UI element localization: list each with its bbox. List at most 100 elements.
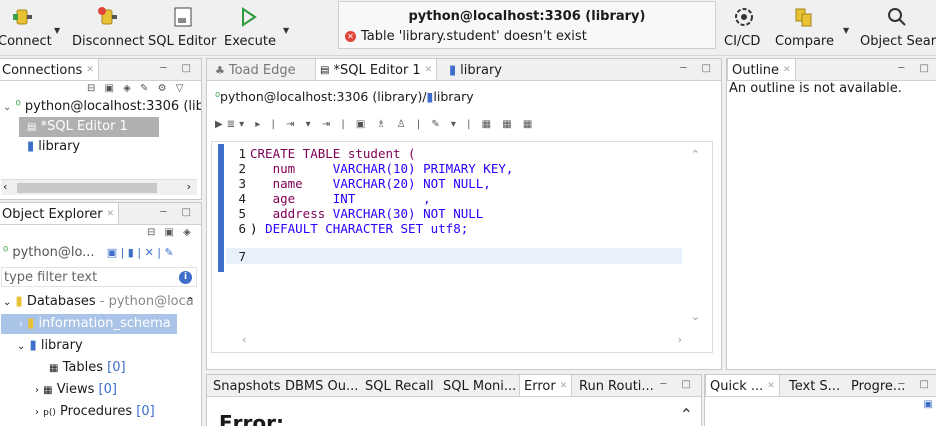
tab-text-search[interactable]: Text S...	[785, 375, 844, 396]
filter-input[interactable]: type filter text i	[1, 267, 197, 287]
outline-message: An outline is not available.	[729, 81, 902, 96]
disconnect-icon	[96, 6, 120, 28]
minimize-maximize-icons[interactable]: ─ □	[898, 59, 935, 80]
library-db-item[interactable]: ⌄ ▮ library	[17, 336, 83, 356]
tab-dbms-output[interactable]: DBMS Ou...	[281, 375, 362, 396]
scroll-left-icon[interactable]: ‹	[242, 333, 246, 346]
scroll-left-icon[interactable]: ‹	[3, 180, 7, 193]
change-marker	[218, 144, 224, 272]
tables-item[interactable]: ▦ Tables [0]	[49, 358, 126, 378]
library-item-label: library	[38, 139, 81, 154]
library-tree-item[interactable]: ▮ library	[27, 137, 80, 157]
cicd-button[interactable]: CI/CD	[722, 0, 766, 56]
code-line: 7	[238, 249, 246, 264]
connect-button[interactable]: Connect	[0, 0, 52, 56]
procedures-item[interactable]: › p() Procedures [0]	[35, 402, 155, 422]
close-icon[interactable]: ✕	[107, 204, 115, 224]
view-icon: ▦	[43, 385, 53, 396]
tab-toad-edge[interactable]: ♣ Toad Edge	[211, 59, 300, 80]
database-icon: ▮	[27, 139, 35, 154]
minimize-maximize-icons[interactable]: ─ □	[160, 59, 197, 80]
play-icon	[238, 6, 258, 28]
sql-editor-tree-item[interactable]: ▤ *SQL Editor 1	[19, 117, 159, 137]
explorer-connection-row[interactable]: ⁰ python@lo... ▣ | ▮ | ✕ | ✎	[3, 243, 174, 263]
object-search-label: Object Search	[860, 34, 936, 49]
explorer-action-icons[interactable]: ▣ | ▮ | ✕ | ✎	[107, 246, 174, 259]
editor-toolbar-icons[interactable]: ▶≣▾ ▸ | ⇥ ▾ ⇥ | ▣ ♗ ♙ | ✎ ▾ | ▦ ▦ ▦	[215, 119, 536, 130]
connection-item[interactable]: ⌄ ⁰ python@localhost:3306 (libr	[3, 97, 202, 117]
minimize-maximize-icons[interactable]: ─ □	[680, 59, 717, 80]
tables-count: [0]	[107, 360, 126, 375]
execute-button[interactable]: Execute	[222, 0, 276, 56]
close-icon[interactable]: ✕	[560, 376, 568, 396]
close-icon[interactable]: ✕	[86, 60, 94, 80]
collapse-icon: ›	[35, 407, 39, 418]
databases-tree-item[interactable]: ⌄ ▮ Databases - python@loca	[3, 292, 194, 312]
minimize-maximize-icons[interactable]: ─ □	[898, 375, 935, 396]
object-explorer-tabbar: Object Explorer ✕ ─ □	[0, 203, 201, 225]
scroll-right-icon[interactable]: ›	[678, 333, 682, 346]
tab-sql-monitor[interactable]: SQL Moni...	[439, 375, 520, 396]
bottom-right-panel: Quick ... ✕ Text S... Progre... ─ □ ▣	[704, 374, 936, 426]
disconnect-label: Disconnect	[72, 34, 145, 49]
compare-icon	[793, 6, 815, 28]
connections-toolbar-icons[interactable]: ⊟ ▣ ◈ ✎ ⚙ ▽	[87, 83, 186, 94]
compare-button[interactable]: Compare	[774, 0, 834, 56]
code-line: 4 age INT ,	[238, 191, 431, 206]
views-label: Views	[56, 382, 95, 397]
tab-error[interactable]: Error ✕	[519, 375, 573, 396]
execute-dropdown-icon[interactable]: ▼	[283, 26, 289, 35]
close-icon[interactable]: ✕	[767, 376, 775, 396]
connection-label: python@localhost:3306 (libr	[24, 99, 202, 114]
tab-quick[interactable]: Quick ... ✕	[705, 375, 780, 396]
tab-sql-recall[interactable]: SQL Recall	[361, 375, 438, 396]
disconnect-button[interactable]: Disconnect	[72, 0, 144, 56]
toad-icon: ♣	[215, 63, 225, 77]
tab-connections[interactable]: Connections ✕	[0, 59, 99, 80]
tab-run-routine[interactable]: Run Routi...	[575, 375, 658, 396]
bottom-tabbar: Snapshots DBMS Ou... SQL Recall SQL Moni…	[207, 375, 701, 397]
sql-editor-button[interactable]: SQL Editor	[148, 0, 218, 56]
database-icon: ▮	[27, 316, 35, 331]
scroll-right-icon[interactable]: ›	[187, 180, 191, 193]
close-icon[interactable]: ✕	[783, 60, 791, 80]
scroll-up-icon[interactable]: ⌃	[691, 148, 700, 161]
panel-toolbar-icon[interactable]: ▣	[924, 399, 933, 410]
information-schema-item[interactable]: › ▮ information_schema	[1, 314, 177, 334]
sql-file-icon: ▤	[320, 65, 330, 76]
object-explorer-tab-label: Object Explorer	[2, 207, 103, 222]
tab-library[interactable]: ▮ library	[445, 59, 506, 80]
bottom-right-tabbar: Quick ... ✕ Text S... Progre... ─ □	[705, 375, 936, 397]
connect-icon	[11, 6, 35, 28]
expand-icon: ⌄	[17, 341, 26, 352]
bottom-panel: Snapshots DBMS Ou... SQL Recall SQL Moni…	[206, 374, 702, 426]
views-count: [0]	[98, 382, 117, 397]
explorer-connection-label: python@lo...	[12, 245, 95, 260]
minimize-maximize-icons[interactable]: ─ □	[160, 203, 197, 224]
compare-dropdown-icon[interactable]: ▼	[843, 26, 849, 35]
views-item[interactable]: › ▦ Views [0]	[35, 380, 117, 400]
explorer-toolbar-icons[interactable]: ⊟ ▣ ◈	[147, 227, 194, 238]
close-icon[interactable]: ✕	[425, 60, 433, 80]
scroll-up-icon[interactable]: ⌃	[186, 295, 195, 308]
compare-label: Compare	[775, 34, 834, 49]
breadcrumb-connection[interactable]: python@localhost:3306 (library)/	[220, 89, 427, 104]
minimize-maximize-icons[interactable]: ─ □	[660, 375, 697, 396]
tab-sql-editor[interactable]: ▤ *SQL Editor 1 ✕	[315, 59, 438, 80]
code-editor[interactable]: 1 CREATE TABLE student ( 2 num VARCHAR(10…	[211, 141, 713, 353]
tab-outline[interactable]: Outline ✕	[727, 59, 796, 80]
object-search-button[interactable]: Object Search	[858, 0, 936, 56]
scroll-up-icon[interactable]: ⌃	[680, 405, 693, 424]
horizontal-scrollbar[interactable]: ‹ ›	[1, 179, 197, 195]
sql-editor-icon	[173, 6, 193, 28]
error-heading: Error:	[219, 411, 284, 426]
breadcrumb-database[interactable]: library	[433, 89, 473, 104]
connect-dropdown-icon[interactable]: ▼	[54, 26, 60, 35]
tab-snapshots[interactable]: Snapshots	[209, 375, 285, 396]
tab-object-explorer[interactable]: Object Explorer ✕	[0, 203, 120, 224]
status-error: ✕ Table 'library.student' doesn't exist	[345, 29, 587, 44]
scroll-down-icon[interactable]: ⌄	[691, 310, 700, 323]
tables-label: Tables	[62, 360, 103, 375]
info-icon[interactable]: i	[179, 271, 192, 284]
scrollbar-thumb[interactable]	[17, 183, 157, 193]
